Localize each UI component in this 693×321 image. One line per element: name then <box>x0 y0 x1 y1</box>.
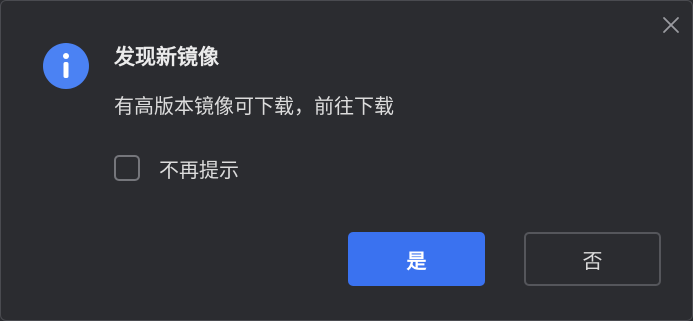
dialog-message: 有高版本镜像可下载，前往下载 <box>114 94 394 118</box>
yes-button[interactable]: 是 <box>348 232 485 286</box>
dont-show-again-option[interactable]: 不再提示 <box>114 152 239 184</box>
no-button[interactable]: 否 <box>524 232 661 286</box>
close-button[interactable] <box>657 11 685 39</box>
dont-show-again-checkbox[interactable] <box>114 155 140 181</box>
info-icon <box>43 43 89 89</box>
new-image-dialog: 发现新镜像 有高版本镜像可下载，前往下载 不再提示 是 否 <box>0 0 693 321</box>
close-icon <box>663 17 679 33</box>
dont-show-again-label: 不再提示 <box>159 157 239 182</box>
dialog-title: 发现新镜像 <box>114 45 219 69</box>
